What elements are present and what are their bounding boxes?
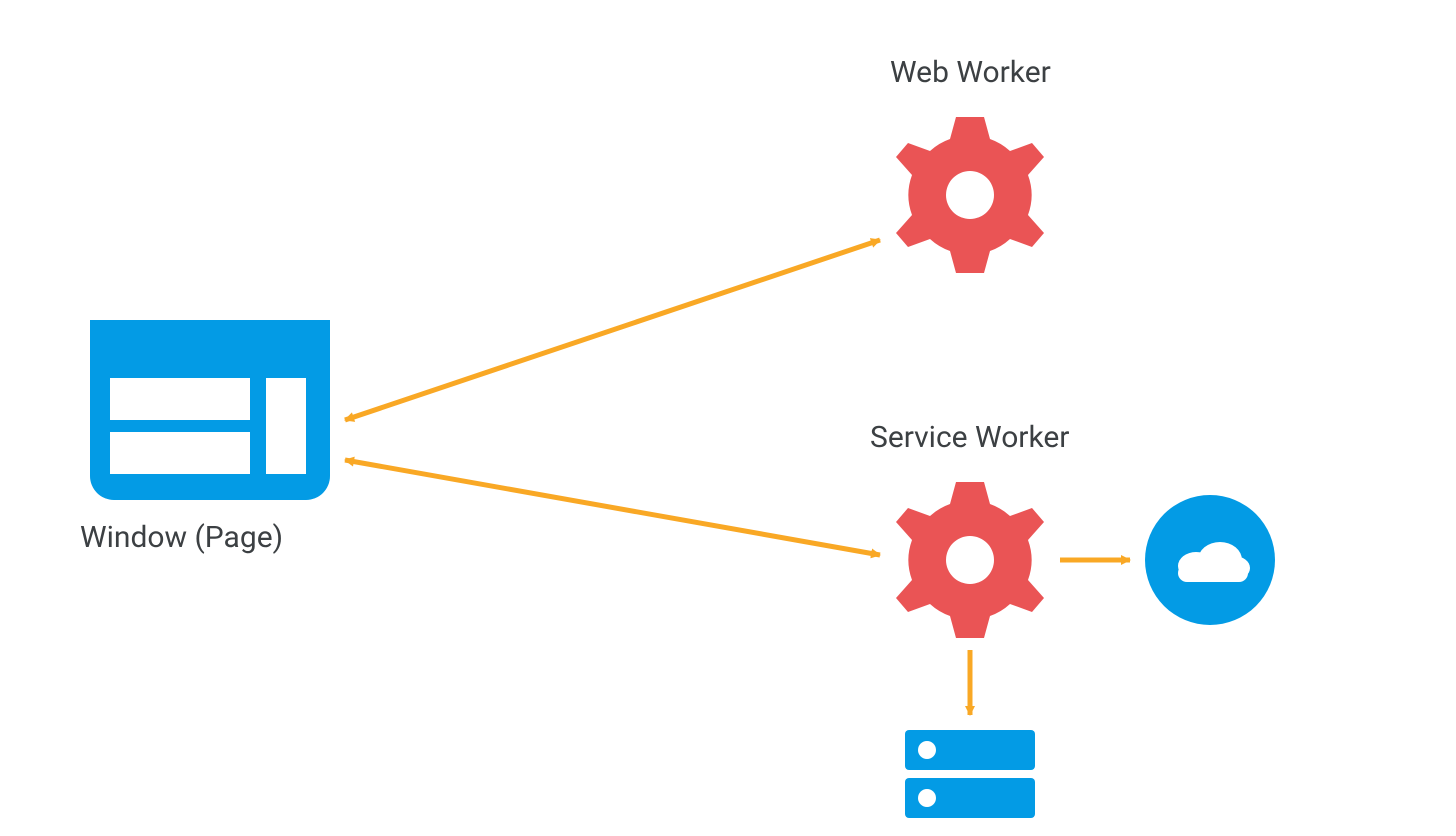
- browser-window-icon: [90, 320, 330, 500]
- edge-window-serviceworker: [345, 460, 880, 555]
- web-worker-gear-icon: [896, 117, 1044, 273]
- web-worker-label: Web Worker: [890, 55, 1051, 90]
- window-label: Window (Page): [80, 520, 283, 555]
- diagram-canvas: [0, 0, 1456, 836]
- service-worker-gear-icon: [896, 482, 1044, 638]
- storage-icon: [905, 730, 1035, 818]
- service-worker-label: Service Worker: [870, 420, 1069, 455]
- edge-window-webworker: [345, 240, 880, 420]
- cloud-icon: [1145, 495, 1275, 625]
